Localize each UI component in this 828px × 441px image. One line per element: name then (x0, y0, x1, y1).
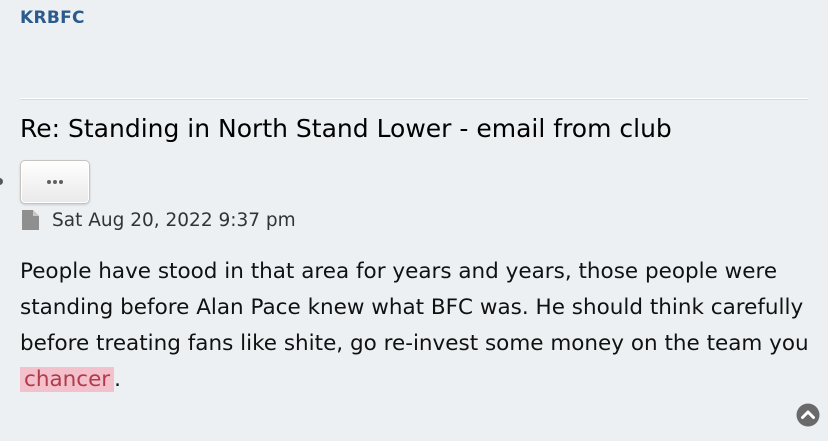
post-title: Re: Standing in North Stand Lower - emai… (20, 114, 672, 143)
post-text: People have stood in that area for years… (20, 259, 809, 356)
ellipsis-icon (47, 180, 63, 184)
highlighted-word: chancer (20, 367, 115, 392)
post-actions-button[interactable] (20, 160, 90, 204)
divider (20, 98, 808, 100)
post-content: People have stood in that area for years… (20, 254, 810, 398)
edge-dot (0, 178, 3, 185)
post-author[interactable]: KRBFC (20, 8, 85, 28)
post-meta: Sat Aug 20, 2022 9:37 pm (20, 207, 296, 233)
post-timestamp: Sat Aug 20, 2022 9:37 pm (52, 209, 296, 231)
post-text-end: . (114, 367, 121, 392)
chevron-up-circle-icon[interactable] (796, 403, 820, 427)
file-icon[interactable] (20, 209, 42, 231)
